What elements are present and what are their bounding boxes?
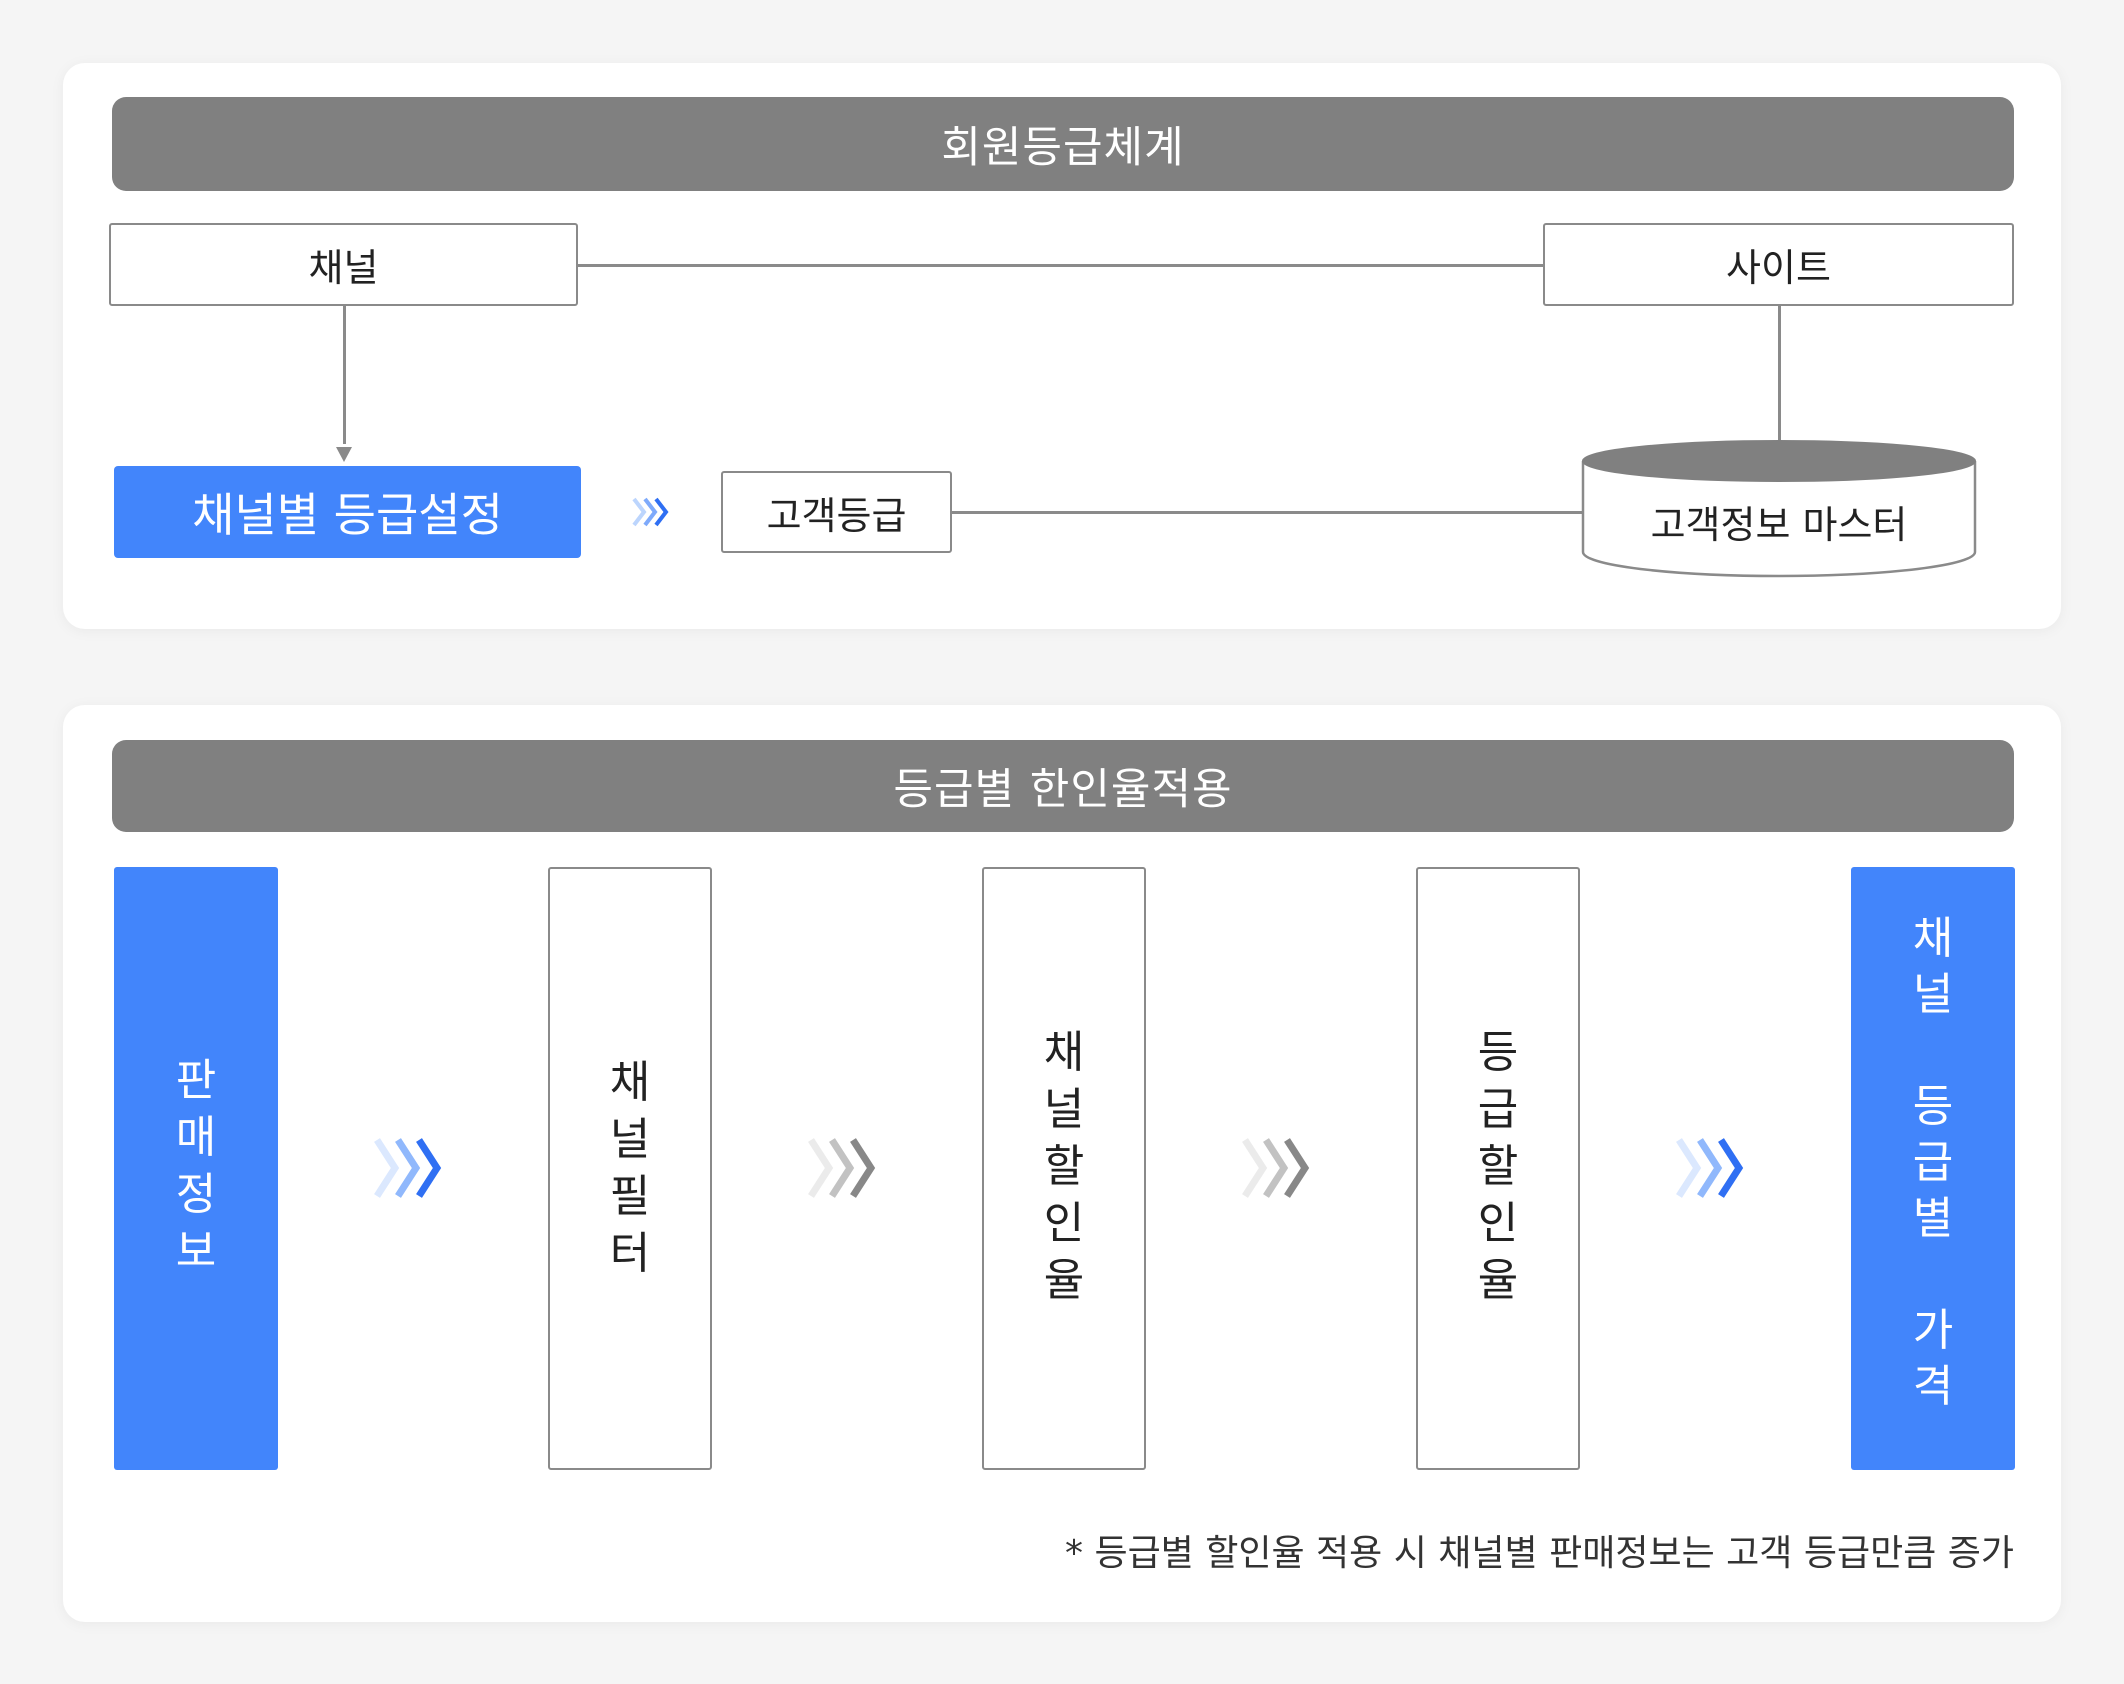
chevron-triple-icon — [808, 1138, 876, 1198]
panel2-chevrons — [374, 1138, 1744, 1198]
chevron-triple-icon — [1676, 1138, 1744, 1198]
chevron-triple-icon — [1242, 1138, 1310, 1198]
footnote: * 등급별 할인율 적용 시 채널별 판매정보는 고객 등급만큼 증가 — [1065, 1533, 2014, 1574]
chevron-triple-icon — [374, 1138, 442, 1198]
